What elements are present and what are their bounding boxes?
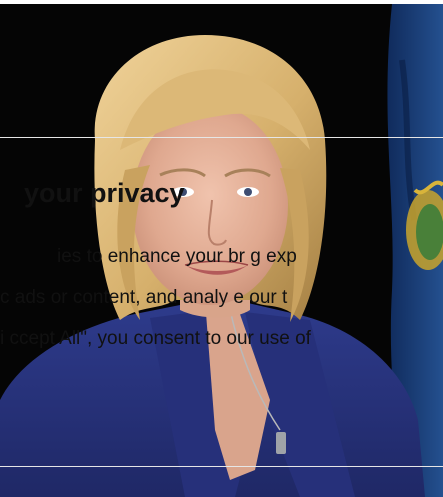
banner-top-rule [0,137,443,138]
privacy-banner-line-2: c ads or content, and analy e our t [0,287,288,308]
privacy-banner-text-line-3: i ccept All", you consent to our use of [0,327,443,351]
privacy-banner-text-line-2: c ads or content, and analy e our t [0,286,443,310]
privacy-banner-title: your privacy [24,178,185,208]
top-edge [0,0,443,4]
bottom-bar [0,467,443,497]
privacy-banner-line-1: ies to enhance your br g exp [57,246,297,267]
privacy-banner-text-line-1: ies to enhance your br g exp [0,245,443,269]
privacy-banner-line-3: i ccept All", you consent to our use of [0,328,311,349]
page-viewport: your privacy ies to enhance your br g ex… [0,0,443,497]
